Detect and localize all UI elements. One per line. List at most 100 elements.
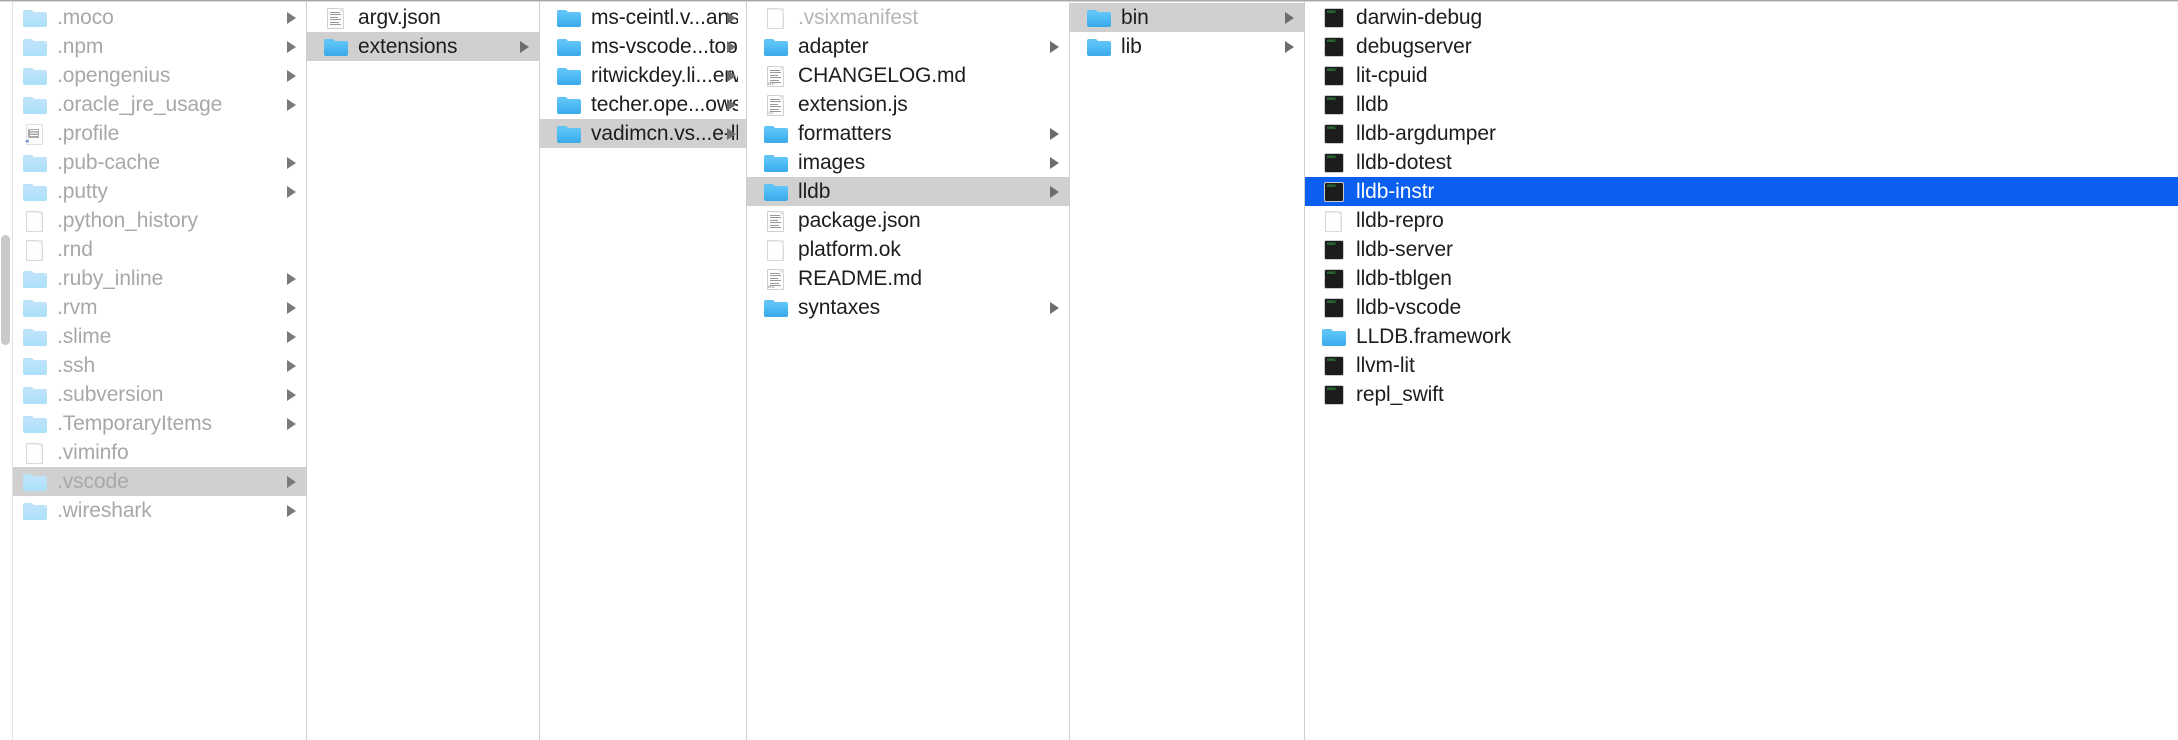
chevron-right-icon[interactable] <box>1050 127 1059 140</box>
file-row[interactable]: syntaxes <box>747 293 1069 322</box>
folder-icon <box>22 7 48 29</box>
file-row[interactable]: vadimcn.vs...e-lldb-1.6.0 <box>540 119 746 148</box>
file-row[interactable]: bin <box>1070 3 1304 32</box>
chevron-right-icon[interactable] <box>287 475 296 488</box>
file-row[interactable]: .ssh <box>0 351 306 380</box>
chevron-right-icon[interactable] <box>287 40 296 53</box>
file-row[interactable]: argv.json <box>307 3 539 32</box>
chevron-right-icon[interactable] <box>1050 185 1059 198</box>
file-row[interactable]: .wireshark <box>0 496 306 525</box>
file-row[interactable]: .vscode <box>0 467 306 496</box>
document-icon <box>1321 210 1347 232</box>
file-row[interactable]: adapter <box>747 32 1069 61</box>
file-row[interactable]: .npm <box>0 32 306 61</box>
file-row[interactable]: ms-vscode...tools-1.1.3 <box>540 32 746 61</box>
chevron-right-icon[interactable] <box>520 40 529 53</box>
file-row[interactable]: extensions <box>307 32 539 61</box>
file-row[interactable]: JS extension.js <box>747 90 1069 119</box>
column-vadimcn-extension[interactable]: .vsixmanifest adapter MD CHANGELOG.md JS exte… <box>747 0 1070 740</box>
json-document-icon <box>323 7 349 29</box>
file-row[interactable]: .viminfo <box>0 438 306 467</box>
file-row[interactable]: lldb-vscode <box>1305 293 2178 322</box>
file-row[interactable]: MD CHANGELOG.md <box>747 61 1069 90</box>
file-row[interactable]: ◂ .profile <box>0 119 306 148</box>
chevron-right-icon[interactable] <box>287 417 296 430</box>
file-row[interactable]: lldb-repro <box>1305 206 2178 235</box>
file-row[interactable]: ritwickdey.li...erver-5.6.1 <box>540 61 746 90</box>
file-row[interactable]: MD README.md <box>747 264 1069 293</box>
chevron-right-icon[interactable] <box>1285 11 1294 24</box>
file-row[interactable]: darwin-debug <box>1305 3 2178 32</box>
file-row[interactable]: .subversion <box>0 380 306 409</box>
chevron-right-icon[interactable] <box>727 69 736 82</box>
folder-icon <box>22 326 48 348</box>
file-row[interactable]: package.json <box>747 206 1069 235</box>
chevron-right-icon[interactable] <box>287 504 296 517</box>
file-row[interactable]: llvm-lit <box>1305 351 2178 380</box>
file-row[interactable]: ms-ceintl.v...ans-1.51.2 <box>540 3 746 32</box>
chevron-right-icon[interactable] <box>1050 301 1059 314</box>
file-row[interactable]: lldb <box>747 177 1069 206</box>
chevron-right-icon[interactable] <box>727 40 736 53</box>
chevron-right-icon[interactable] <box>287 185 296 198</box>
file-row[interactable]: .slime <box>0 322 306 351</box>
file-row[interactable]: lldb-instr <box>1305 177 2178 206</box>
file-row[interactable]: lib <box>1070 32 1304 61</box>
file-row[interactable]: .opengenius <box>0 61 306 90</box>
file-row[interactable]: .pub-cache <box>0 148 306 177</box>
file-row[interactable]: lldb <box>1305 90 2178 119</box>
file-row[interactable]: lldb-dotest <box>1305 148 2178 177</box>
column-extensions[interactable]: ms-ceintl.v...ans-1.51.2 ms-vscode...tool… <box>540 0 747 740</box>
column-bin[interactable]: darwin-debug debugserver lit-cpuid lldb lldb… <box>1305 0 2178 740</box>
file-row[interactable]: .rvm <box>0 293 306 322</box>
column-home[interactable]: .moco .npm .opengenius .oracle_jre_usage ◂ .p… <box>0 0 307 740</box>
chevron-right-icon[interactable] <box>727 98 736 111</box>
chevron-right-icon[interactable] <box>1050 156 1059 169</box>
file-row[interactable]: lit-cpuid <box>1305 61 2178 90</box>
chevron-right-icon[interactable] <box>287 272 296 285</box>
chevron-right-icon[interactable] <box>1285 40 1294 53</box>
file-row[interactable]: .vsixmanifest <box>747 3 1069 32</box>
chevron-right-icon[interactable] <box>287 98 296 111</box>
file-row[interactable]: formatters <box>747 119 1069 148</box>
file-row[interactable]: images <box>747 148 1069 177</box>
chevron-right-icon[interactable] <box>727 11 736 24</box>
file-row[interactable]: lldb-tblgen <box>1305 264 2178 293</box>
file-row[interactable]: LLDB.framework <box>1305 322 2178 351</box>
file-row[interactable]: techer.ope...owser-2.0.0 <box>540 90 746 119</box>
chevron-right-icon[interactable] <box>287 69 296 82</box>
chevron-right-icon[interactable] <box>727 127 736 140</box>
file-row[interactable]: .oracle_jre_usage <box>0 90 306 119</box>
file-row[interactable]: .ruby_inline <box>0 264 306 293</box>
chevron-right-icon[interactable] <box>287 156 296 169</box>
folder-icon <box>1086 36 1112 58</box>
file-row[interactable]: .TemporaryItems <box>0 409 306 438</box>
column-scrollbar[interactable] <box>0 0 13 740</box>
file-name-label: lldb <box>798 180 831 203</box>
file-row[interactable]: .putty <box>0 177 306 206</box>
document-icon <box>763 239 789 261</box>
folder-icon <box>1086 7 1112 29</box>
file-row[interactable]: .moco <box>0 3 306 32</box>
file-row[interactable]: .rnd <box>0 235 306 264</box>
file-row[interactable]: lldb-argdumper <box>1305 119 2178 148</box>
file-row[interactable]: .python_history <box>0 206 306 235</box>
folder-icon <box>763 123 789 145</box>
chevron-right-icon[interactable] <box>287 359 296 372</box>
column-lldb[interactable]: bin lib <box>1070 0 1305 740</box>
chevron-right-icon[interactable] <box>287 11 296 24</box>
file-row[interactable]: repl_swift <box>1305 380 2178 409</box>
folder-icon <box>22 65 48 87</box>
chevron-right-icon[interactable] <box>287 330 296 343</box>
file-row[interactable]: platform.ok <box>747 235 1069 264</box>
folder-icon <box>22 36 48 58</box>
file-row[interactable]: debugserver <box>1305 32 2178 61</box>
file-row[interactable]: lldb-server <box>1305 235 2178 264</box>
folder-icon <box>323 36 349 58</box>
file-name-label: .rnd <box>57 238 93 261</box>
scrollbar-thumb[interactable] <box>1 235 10 345</box>
column-vscode[interactable]: argv.json extensions <box>307 0 540 740</box>
chevron-right-icon[interactable] <box>287 388 296 401</box>
chevron-right-icon[interactable] <box>287 301 296 314</box>
chevron-right-icon[interactable] <box>1050 40 1059 53</box>
